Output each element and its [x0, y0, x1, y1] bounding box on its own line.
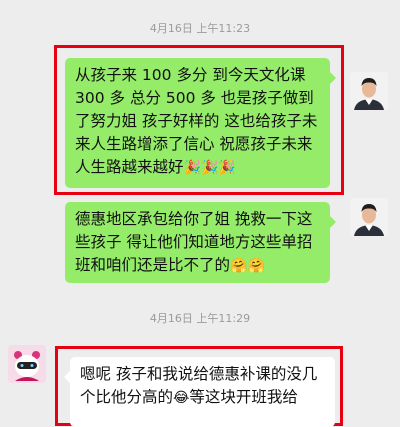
hugging-face-icon: 🤗 — [230, 258, 248, 274]
party-popper-icon: 🎉 — [200, 160, 219, 176]
avatar[interactable] — [350, 198, 388, 236]
party-popper-icon: 🎉 — [218, 160, 236, 176]
message-bubble-outgoing[interactable]: 从孩子来 100 多分 到今天文化课 300 多 总分 500 多 也是孩子做到… — [65, 58, 336, 188]
message-text: 等这块开班我给 — [189, 388, 298, 406]
party-popper-icon: 🎉 — [183, 160, 201, 176]
avatar[interactable] — [350, 72, 388, 110]
laughing-face-icon: 😂 — [173, 390, 190, 406]
hugging-face-icon: 🤗 — [247, 258, 265, 274]
message-text: 德惠地区承包给你了姐 挽救一下这些孩子 得让他们知道地方这些单招班和咱们还是比不… — [75, 210, 313, 274]
timestamp: 4月16日 上午11:23 — [149, 22, 251, 35]
message-bubble-incoming[interactable]: 嗯呢 孩子和我说给德惠补课的没几个比他分高的😂等这块开班我给 — [64, 357, 335, 427]
avatar[interactable] — [8, 345, 46, 383]
message-bubble-outgoing[interactable]: 德惠地区承包给你了姐 挽救一下这些孩子 得让他们知道地方这些单招班和咱们还是比不… — [65, 202, 336, 283]
timestamp: 4月16日 上午11:29 — [149, 312, 251, 325]
